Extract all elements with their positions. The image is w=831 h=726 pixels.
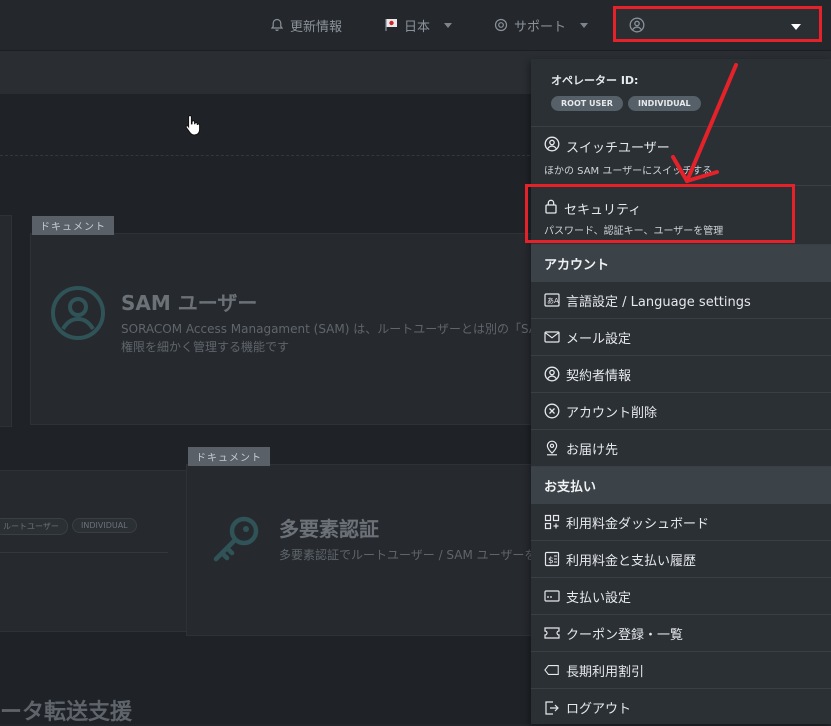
chevron-down-icon (580, 22, 589, 28)
ticket-icon (544, 625, 560, 641)
section-title: ータ転送支援 (0, 700, 133, 725)
menu-item-label: メール設定 (566, 331, 632, 347)
hand-cursor-icon (185, 114, 201, 140)
user-avatar-icon (629, 17, 645, 37)
operator-info: オペレーター ID: ROOT USER INDIVIDUAL (531, 59, 831, 127)
menu-item-label: 支払い設定 (566, 590, 632, 606)
operator-id-label: オペレーター ID: (551, 74, 639, 87)
billing-section-header: お支払い (531, 467, 831, 504)
updates-label: 更新情報 (290, 19, 343, 35)
security-desc: パスワード、認証キー、ユーザーを管理 (544, 226, 724, 237)
menu-item-label: 利用料金と支払い履歴 (566, 553, 697, 569)
switch-user-label: スイッチユーザー (566, 140, 670, 156)
user-circle-icon (50, 285, 106, 345)
top-bar: 更新情報 日本 サポート (0, 0, 831, 51)
menu-item-delete-account[interactable]: アカウント削除 (531, 393, 831, 430)
menu-item-billing-dashboard[interactable]: 利用料金ダッシュボード (531, 504, 831, 541)
card-partial (0, 215, 12, 427)
security-label: セキュリティ (564, 202, 642, 218)
card-desc: 多要素認証でルートユーザー / SAM ユーザーを (279, 548, 537, 562)
card-partial (0, 470, 190, 632)
user-menu-button[interactable] (613, 6, 822, 42)
menu-item-label: アカウント削除 (566, 405, 658, 421)
region-label: 日本 (404, 19, 431, 35)
individual-badge: INDIVIDUAL (628, 96, 701, 111)
x-circle-icon (544, 403, 560, 419)
card-icon (544, 588, 560, 604)
menu-item-label: 契約者情報 (566, 368, 632, 384)
logout-label: ログアウト (566, 702, 632, 717)
dashboard-icon (544, 514, 560, 530)
receipt-icon: $ (544, 551, 560, 567)
japan-flag-icon (385, 18, 398, 32)
menu-item-contract[interactable]: 契約者情報 (531, 356, 831, 393)
menu-item-coupons[interactable]: クーポン登録・一覧 (531, 615, 831, 652)
switch-user-desc: ほかの SAM ユーザーにスイッチする (544, 166, 713, 177)
support-menu[interactable]: サポート (494, 14, 589, 36)
divider (0, 155, 530, 156)
user-circle-icon (544, 366, 560, 382)
menu-item-label: お届け先 (566, 442, 619, 458)
doc-tag: ドキュメント (188, 447, 270, 466)
svg-text:あA: あA (547, 297, 559, 305)
switch-user-icon (544, 136, 560, 156)
key-icon (208, 512, 264, 572)
card-title: SAM ユーザー (121, 291, 258, 315)
user-dropdown-menu: オペレーター ID: ROOT USER INDIVIDUAL スイッチユーザー… (531, 59, 831, 724)
chevron-down-icon (444, 22, 453, 28)
logout-item[interactable]: ログアウト (531, 689, 831, 726)
card-desc: 権限を細かく管理する機能です (121, 340, 290, 354)
menu-item-label: 利用料金ダッシュボード (566, 516, 710, 532)
card-desc: SORACOM Access Managament (SAM) は、ルートユーザ… (121, 322, 548, 336)
updates-link[interactable]: 更新情報 (270, 14, 342, 36)
tag-icon (544, 662, 560, 678)
bell-icon (270, 18, 284, 32)
menu-item-long-term-discount[interactable]: 長期利用割引 (531, 652, 831, 689)
divider (0, 552, 168, 553)
chevron-down-icon (791, 24, 801, 30)
menu-item-mail[interactable]: メール設定 (531, 319, 831, 356)
root-user-badge: ROOT USER (551, 96, 623, 111)
account-section-header: アカウント (531, 245, 831, 282)
menu-item-shipping[interactable]: お届け先 (531, 430, 831, 467)
security-item[interactable]: セキュリティ パスワード、認証キー、ユーザーを管理 (531, 186, 831, 245)
lifebuoy-icon (494, 18, 508, 32)
menu-item-language[interactable]: あA 言語設定 / Language settings (531, 282, 831, 319)
menu-item-label: 長期利用割引 (566, 664, 645, 680)
support-label: サポート (514, 19, 567, 35)
svg-text:$: $ (548, 556, 554, 566)
doc-tag: ドキュメント (32, 216, 114, 235)
menu-item-label: 言語設定 / Language settings (566, 294, 751, 310)
lock-icon (544, 198, 558, 218)
status-badge: INDIVIDUAL (72, 518, 137, 533)
menu-item-label: クーポン登録・一覧 (566, 627, 684, 643)
mail-icon (544, 329, 560, 345)
location-icon (544, 440, 560, 456)
region-selector[interactable]: 日本 (385, 14, 453, 36)
menu-item-payment-settings[interactable]: 支払い設定 (531, 578, 831, 615)
switch-user-item[interactable]: スイッチユーザー ほかの SAM ユーザーにスイッチする (531, 126, 831, 186)
card-title: 多要素認証 (279, 517, 379, 541)
language-icon: あA (544, 292, 560, 308)
status-badge: ルートユーザー (0, 518, 68, 535)
logout-icon (544, 700, 560, 716)
menu-item-billing-history[interactable]: $ 利用料金と支払い履歴 (531, 541, 831, 578)
